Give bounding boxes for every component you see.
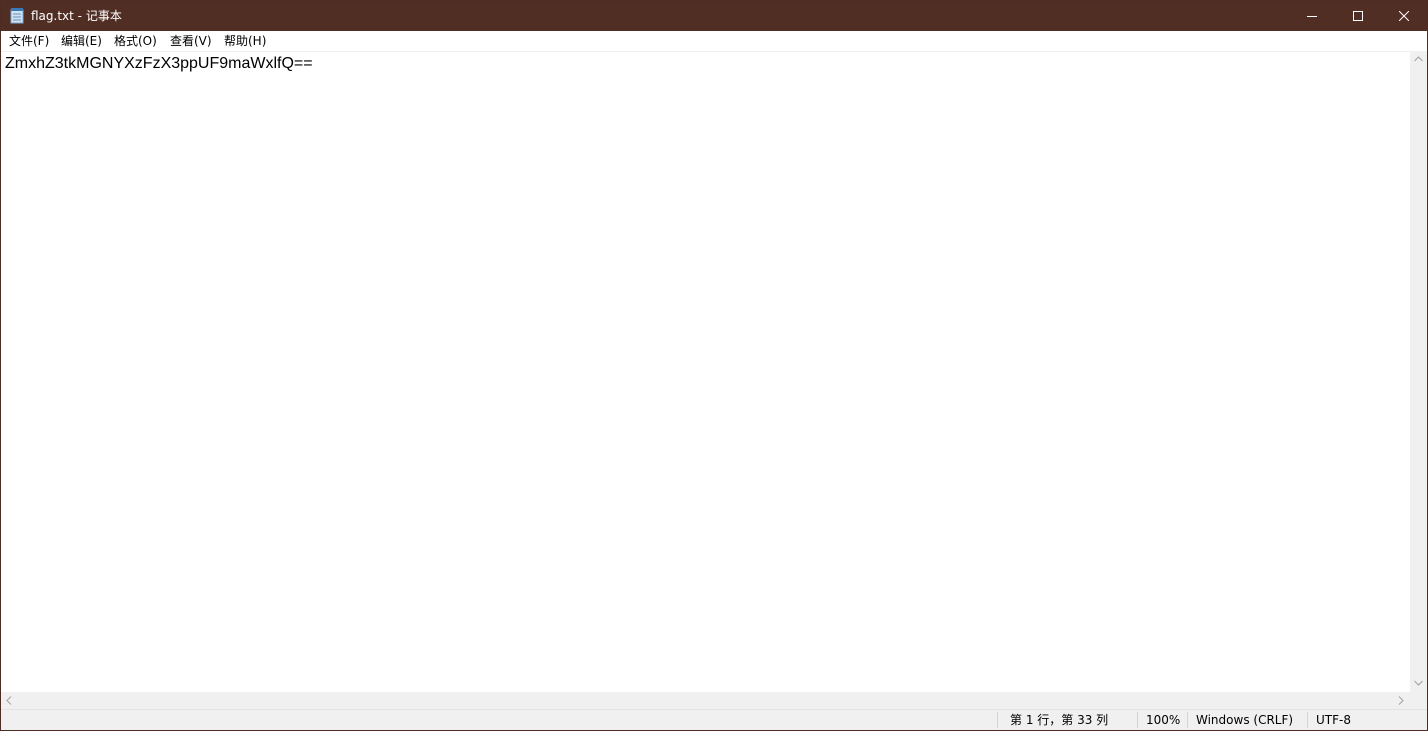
chevron-left-icon (6, 696, 12, 705)
menu-view[interactable]: 查看(V) (170, 31, 212, 51)
scroll-up-button[interactable] (1410, 51, 1427, 68)
status-divider (997, 712, 998, 728)
scroll-down-button[interactable] (1410, 675, 1427, 692)
scroll-right-button[interactable] (1393, 692, 1410, 709)
status-divider (1137, 712, 1138, 728)
horizontal-scrollbar[interactable] (1, 692, 1410, 709)
status-bar: 第 1 行，第 33 列 100% Windows (CRLF) UTF-8 (1, 709, 1427, 730)
status-divider (1307, 712, 1308, 728)
editor-content[interactable]: ZmxhZ3tkMGNYXzFzX3ppUF9maWxlfQ== (5, 54, 313, 74)
maximize-icon (1353, 11, 1363, 21)
notepad-window: flag.txt - 记事本 文件(F) 编辑(E) 格式(O) 查看(V) 帮… (0, 0, 1428, 731)
status-divider (1187, 712, 1188, 728)
close-icon (1399, 11, 1409, 21)
scroll-left-button[interactable] (1, 692, 18, 709)
menu-help[interactable]: 帮助(H) (224, 31, 266, 51)
notepad-icon[interactable] (10, 8, 24, 24)
chevron-right-icon (1398, 696, 1404, 705)
scrollbar-corner (1410, 692, 1427, 709)
maximize-button[interactable] (1335, 1, 1381, 31)
menu-edit[interactable]: 编辑(E) (61, 31, 102, 51)
minimize-button[interactable] (1289, 1, 1335, 31)
close-button[interactable] (1381, 1, 1427, 31)
vertical-scrollbar[interactable] (1410, 51, 1427, 692)
title-bar[interactable]: flag.txt - 记事本 (1, 1, 1427, 31)
menu-bar: 文件(F) 编辑(E) 格式(O) 查看(V) 帮助(H) (1, 31, 1427, 51)
text-editor[interactable]: ZmxhZ3tkMGNYXzFzX3ppUF9maWxlfQ== (1, 51, 1410, 692)
menu-file[interactable]: 文件(F) (9, 31, 49, 51)
window-title: flag.txt - 记事本 (31, 9, 122, 23)
zoom-level: 100% (1146, 713, 1181, 727)
encoding: UTF-8 (1316, 713, 1351, 727)
chevron-up-icon (1414, 56, 1423, 62)
menu-format[interactable]: 格式(O) (114, 31, 157, 51)
line-ending: Windows (CRLF) (1196, 713, 1294, 727)
chevron-down-icon (1414, 680, 1423, 686)
minimize-icon (1307, 16, 1317, 17)
cursor-position: 第 1 行，第 33 列 (1010, 713, 1109, 727)
